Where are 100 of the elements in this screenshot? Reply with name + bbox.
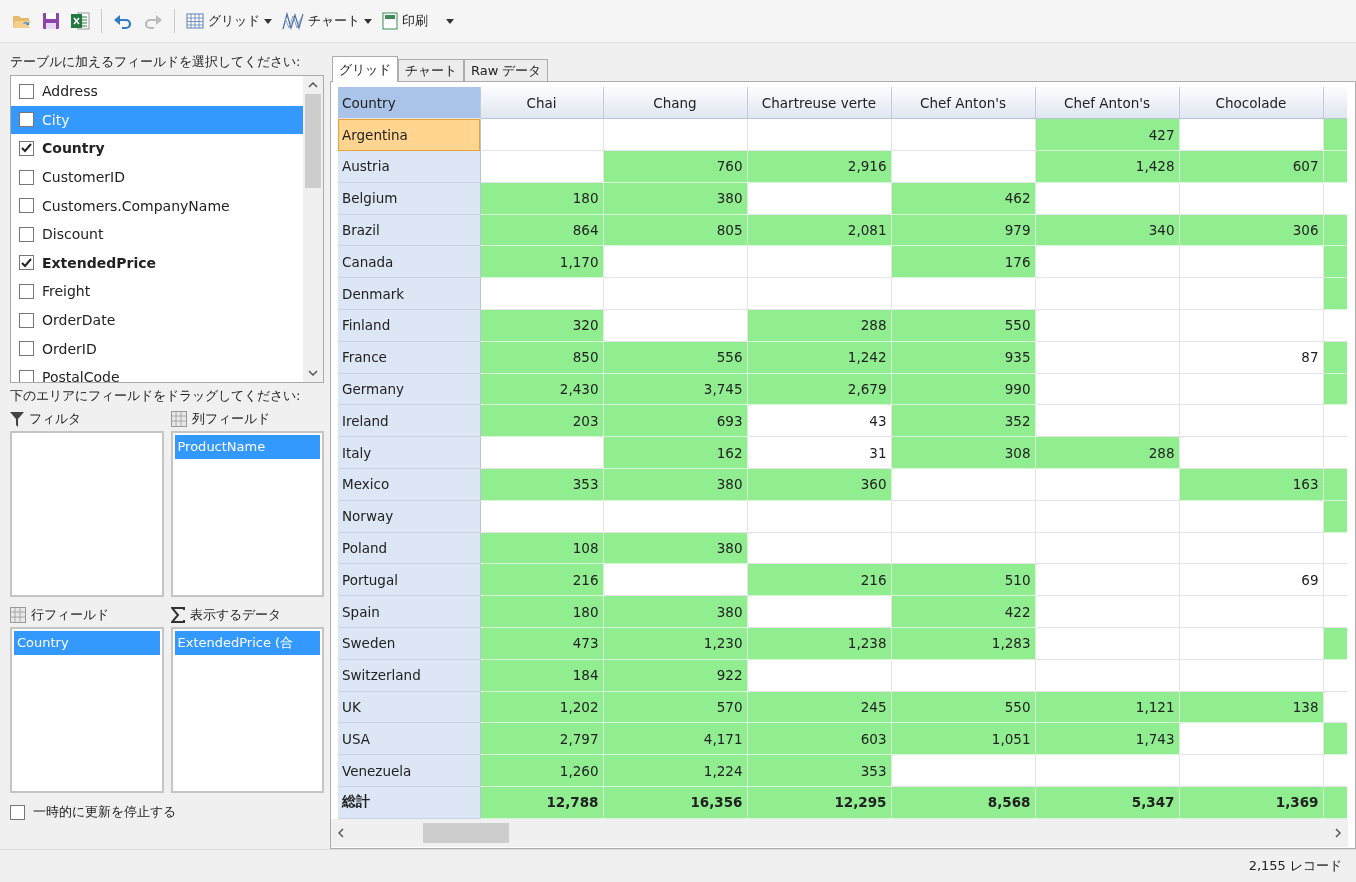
tab[interactable]: チャート: [398, 59, 464, 81]
chevron-down-icon: [308, 370, 318, 376]
table-cell: 308: [891, 436, 1035, 469]
checkbox[interactable]: [19, 112, 34, 128]
menu-button[interactable]: グリッド: [182, 9, 276, 33]
field-list-item[interactable]: CustomerID: [11, 162, 303, 192]
table-cell: 5,347: [1035, 786, 1179, 819]
undo-icon: [113, 12, 133, 30]
checkbox[interactable]: [19, 226, 34, 242]
tab[interactable]: Raw データ: [464, 59, 549, 81]
row-header[interactable]: Sweden: [338, 627, 480, 660]
scroll-thumb[interactable]: [423, 822, 509, 843]
record-count: 2,155 レコード: [1248, 857, 1342, 875]
field-label: OrderDate: [42, 312, 116, 329]
table-cell: 69: [1179, 563, 1323, 596]
table-cell: 163: [1179, 468, 1323, 501]
checkbox[interactable]: [19, 255, 34, 271]
row-header[interactable]: Spain: [338, 595, 480, 628]
table-cell: 320: [480, 309, 603, 342]
table-cell: 1,428: [1035, 150, 1179, 183]
checkbox[interactable]: [19, 283, 34, 299]
row-header[interactable]: Brazil: [338, 214, 480, 246]
row-header[interactable]: Austria: [338, 150, 480, 183]
instruction-text: 下のエリアにフィールドをドラッグしてください:: [10, 387, 302, 405]
table-cell: 3,745: [603, 373, 747, 405]
spreadsheet-icon: [70, 11, 90, 31]
checkbox[interactable]: [19, 369, 34, 382]
row-header[interactable]: Belgium: [338, 182, 480, 215]
caret-icon: [264, 18, 272, 24]
field-list-item[interactable]: Customers.CompanyName: [11, 191, 303, 220]
row-header[interactable]: UK: [338, 691, 480, 723]
table-cell: 1,283: [891, 627, 1035, 660]
checkbox[interactable]: [19, 198, 34, 214]
row-header[interactable]: Italy: [338, 436, 480, 469]
row-header[interactable]: France: [338, 341, 480, 374]
column-header[interactable]: Chef Anton's: [891, 87, 1035, 119]
row-header[interactable]: Switzerland: [338, 659, 480, 692]
field-list-item[interactable]: OrderID: [11, 334, 303, 363]
table-cell: 2,916: [747, 150, 891, 183]
table-cell: 380: [603, 595, 747, 628]
row-header[interactable]: Germany: [338, 373, 480, 405]
checkbox[interactable]: [19, 341, 34, 357]
area-title: 列フィールド: [191, 410, 270, 428]
table-cell: 180: [480, 595, 603, 628]
column-header[interactable]: Chartreuse verte: [747, 87, 891, 119]
scroll-thumb[interactable]: [305, 94, 321, 188]
table-cell: 162: [603, 436, 747, 469]
row-header[interactable]: Ireland: [338, 404, 480, 437]
field-list-item[interactable]: Freight: [11, 277, 303, 306]
table-cell: 216: [480, 563, 603, 596]
row-header[interactable]: Mexico: [338, 468, 480, 501]
column-header[interactable]: Chang: [603, 87, 747, 119]
table-cell: 427: [1035, 118, 1179, 151]
checkbox[interactable]: [10, 804, 25, 820]
chevron-right-icon: [1335, 827, 1341, 838]
redo-icon: [143, 12, 163, 30]
table-cell: 550: [891, 309, 1035, 342]
field-list-item[interactable]: Discount: [11, 219, 303, 249]
table-cell: 352: [891, 404, 1035, 437]
row-header[interactable]: 総計: [338, 786, 480, 819]
checkbox[interactable]: [19, 312, 34, 328]
field-list-item[interactable]: OrderDate: [11, 305, 303, 335]
column-header[interactable]: Chocolade: [1179, 87, 1323, 119]
field-list-item[interactable]: Country: [11, 134, 303, 163]
menu-button[interactable]: 印刷: [378, 9, 458, 33]
table-cell: 4,171: [603, 722, 747, 755]
table-cell: 180: [480, 182, 603, 215]
checkbox[interactable]: [19, 169, 34, 185]
grid-icon: [186, 12, 204, 30]
table-cell: 1,238: [747, 627, 891, 660]
row-header[interactable]: Argentina: [338, 118, 480, 151]
row-header[interactable]: Portugal: [338, 563, 480, 596]
table-cell: 2,679: [747, 373, 891, 405]
tab[interactable]: グリッド: [332, 56, 398, 82]
chevron-up-icon: [308, 82, 318, 88]
table-cell: 805: [603, 214, 747, 246]
table-cell: 16,356: [603, 786, 747, 819]
row-header[interactable]: USA: [338, 722, 480, 755]
column-header[interactable]: Chai: [480, 87, 603, 119]
table-cell: 184: [480, 659, 603, 692]
table-cell: 1,260: [480, 754, 603, 787]
document-icon: [382, 12, 398, 30]
row-header[interactable]: Finland: [338, 309, 480, 342]
row-header[interactable]: Venezuela: [338, 754, 480, 787]
caret-icon: [364, 18, 372, 24]
table-cell: 87: [1179, 341, 1323, 374]
row-header[interactable]: Norway: [338, 500, 480, 533]
column-header[interactable]: Country: [338, 87, 480, 119]
row-header[interactable]: Denmark: [338, 277, 480, 310]
checkbox[interactable]: [19, 141, 34, 156]
field-list-item[interactable]: ExtendedPrice: [11, 248, 303, 278]
row-header[interactable]: Poland: [338, 532, 480, 564]
table-cell: 2,430: [480, 373, 603, 405]
checkbox[interactable]: [19, 83, 34, 99]
column-header[interactable]: Chef Anton's: [1035, 87, 1179, 119]
menu-button[interactable]: チャート: [278, 9, 376, 33]
field-list-item[interactable]: Address: [11, 77, 303, 106]
table-cell: 864: [480, 214, 603, 246]
row-header[interactable]: Canada: [338, 246, 480, 278]
field-list-item[interactable]: PostalCode: [11, 362, 303, 382]
